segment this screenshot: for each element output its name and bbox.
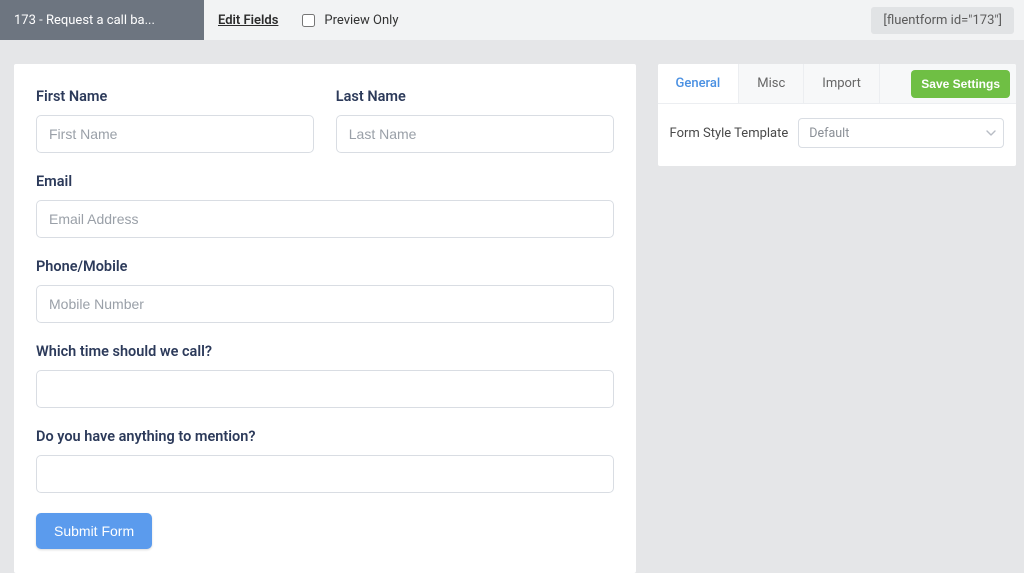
- email-label: Email: [36, 173, 614, 190]
- form-style-template-select[interactable]: Default: [798, 118, 1004, 148]
- tab-general[interactable]: General: [658, 64, 740, 103]
- form-title-chip: 173 - Request a call ba...: [0, 0, 204, 40]
- shortcode-display[interactable]: [fluentform id="173"]: [871, 7, 1014, 34]
- preview-only-label: Preview Only: [324, 13, 398, 28]
- call-time-label: Which time should we call?: [36, 343, 614, 360]
- tab-misc[interactable]: Misc: [739, 64, 804, 103]
- phone-label: Phone/Mobile: [36, 258, 614, 275]
- preview-only-toggle[interactable]: Preview Only: [292, 0, 398, 40]
- settings-panel: General Misc Import Save Settings Form S…: [658, 64, 1016, 166]
- call-time-input[interactable]: [36, 370, 614, 408]
- mention-label: Do you have anything to mention?: [36, 428, 614, 445]
- settings-tabs: General Misc Import Save Settings: [658, 64, 1016, 104]
- last-name-label: Last Name: [336, 88, 614, 105]
- form-style-template-value: Default: [809, 126, 849, 141]
- top-bar: 173 - Request a call ba... Edit Fields P…: [0, 0, 1024, 40]
- last-name-input[interactable]: [336, 115, 614, 153]
- save-settings-button[interactable]: Save Settings: [911, 70, 1010, 98]
- email-input[interactable]: [36, 200, 614, 238]
- form-style-template-label: Form Style Template: [670, 126, 789, 141]
- tab-import[interactable]: Import: [804, 64, 880, 103]
- first-name-input[interactable]: [36, 115, 314, 153]
- phone-input[interactable]: [36, 285, 614, 323]
- edit-fields-link[interactable]: Edit Fields: [204, 0, 292, 40]
- form-preview-card: First Name Last Name Email Phone/Mobile …: [14, 64, 636, 573]
- first-name-label: First Name: [36, 88, 314, 105]
- mention-input[interactable]: [36, 455, 614, 493]
- preview-only-checkbox[interactable]: [302, 14, 315, 27]
- submit-button[interactable]: Submit Form: [36, 513, 152, 549]
